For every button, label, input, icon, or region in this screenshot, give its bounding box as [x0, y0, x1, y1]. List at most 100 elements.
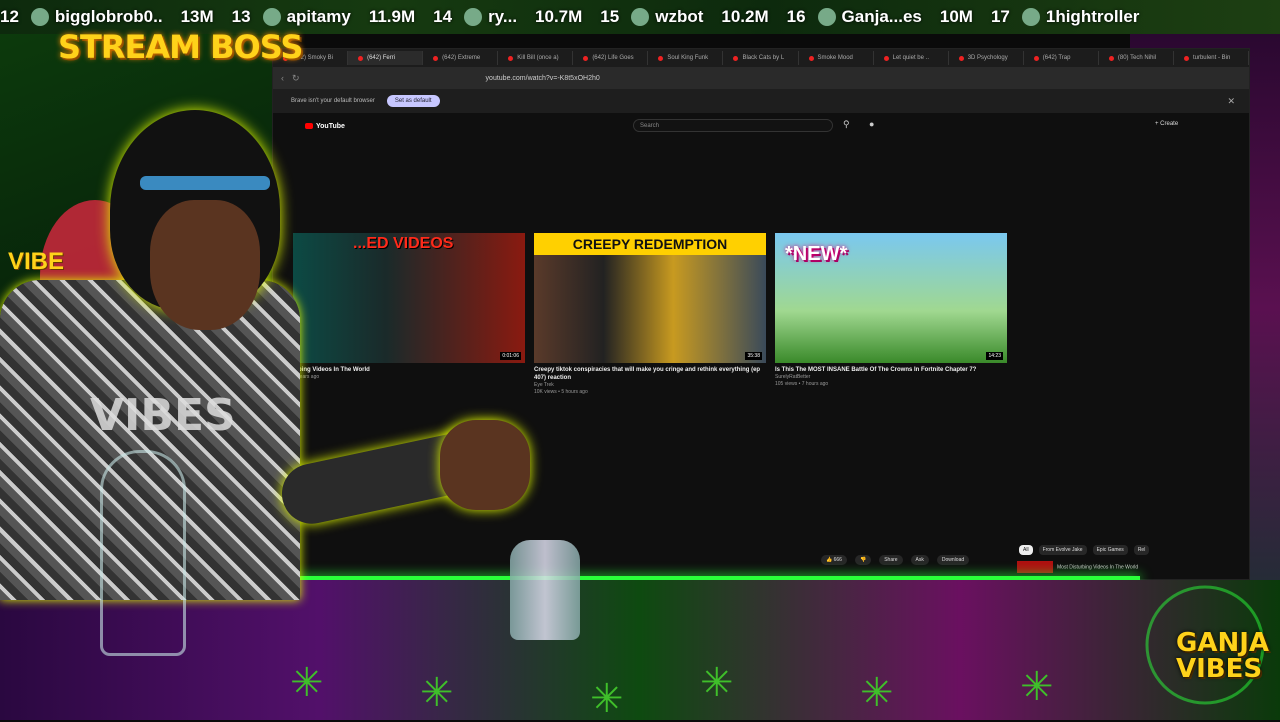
shirt-text: VIBES	[90, 390, 236, 441]
video-meta: 105 views • 7 hours ago	[775, 381, 829, 387]
tab-label: Kill Bill (once a)	[517, 55, 559, 61]
streamer-headband	[140, 176, 270, 190]
tab-label: (642) Ferri	[367, 55, 396, 61]
ticker-value: 10.7M	[535, 7, 583, 26]
streamer-face	[150, 200, 260, 330]
browser-tab-active[interactable]: (642) Ferri	[348, 51, 424, 65]
youtube-icon	[583, 55, 589, 61]
ticker-name: ry...	[488, 7, 518, 26]
browser-tab[interactable]: Let quiet be ..	[874, 51, 949, 65]
browser-tab[interactable]: (642) Trap	[1024, 51, 1099, 65]
avatar	[631, 8, 650, 26]
ticker-entry: 14 ry... 10.7M	[433, 7, 582, 27]
ask-button[interactable]: Ask	[910, 555, 929, 565]
video-title[interactable]: Most Disturbing Videos In The World	[1057, 564, 1138, 570]
reload-icon[interactable]: ↻	[292, 73, 300, 84]
leaf-icon: ✳	[420, 671, 454, 715]
video-thumbnail[interactable]: CREEPY REDEMPTION 35:38	[534, 233, 766, 363]
glass-bong	[100, 450, 186, 656]
tab-label: Black Cats by L	[742, 55, 785, 61]
youtube-icon	[883, 55, 889, 61]
chip-from-channel[interactable]: From Evolve Jake	[1038, 545, 1087, 555]
avatar	[262, 8, 281, 26]
dislike-button[interactable]: 👎	[854, 555, 872, 565]
chip-epic-games[interactable]: Epic Games	[1092, 545, 1128, 555]
download-button[interactable]: Download	[936, 555, 970, 565]
url-field[interactable]: youtube.com/watch?v=-K8t5xOH2h0	[486, 75, 600, 82]
related-video-item[interactable]: Most Disturbing Videos In The World	[1017, 561, 1138, 573]
ticker-value: 11.9M	[368, 7, 416, 26]
close-icon[interactable]: ✕	[1227, 96, 1235, 107]
logo-line-1: GANJA	[1176, 628, 1270, 658]
tab-label: (80) Tech Nihil	[1117, 55, 1157, 61]
ticker-name: Ganja...es	[841, 7, 922, 26]
video-thumbnail[interactable]: *NEW* 14:23	[775, 233, 1007, 363]
ticker-name: bigglobrob0..	[54, 7, 163, 26]
video-thumbnail[interactable]	[1017, 561, 1053, 573]
ticker-entry: 12 bigglobrob0.. 13M	[0, 7, 214, 27]
leaf-icon: ✳	[700, 661, 734, 705]
leaf-icon: ✳	[860, 671, 894, 715]
water-bottle	[510, 540, 580, 640]
youtube-icon	[808, 55, 814, 61]
ticker-rank: 13	[231, 7, 251, 26]
avatar	[1021, 8, 1040, 26]
ticker-rank: 12	[0, 7, 19, 26]
youtube-icon	[958, 55, 964, 61]
youtube-icon	[733, 55, 739, 61]
browser-tab[interactable]: (642) Life Goes	[573, 51, 649, 65]
overlay-bottom	[0, 580, 1280, 720]
duration-badge: 14:23	[986, 352, 1003, 360]
youtube-icon	[358, 55, 364, 61]
tab-label: (642) Extreme	[442, 55, 481, 61]
duration-badge: 35:38	[745, 352, 762, 360]
browser-tab[interactable]: Smoke Mood	[799, 51, 874, 65]
ticker-rank: 17	[990, 7, 1010, 26]
video-channel[interactable]: Eye Trek	[534, 382, 766, 389]
browser-tab[interactable]: 3D Psychology	[949, 51, 1024, 65]
streamer-hand	[440, 420, 530, 510]
browser-tab[interactable]: (642) Extreme	[423, 51, 499, 65]
leaf-icon: ✳	[1020, 665, 1054, 709]
video-card[interactable]: CREEPY REDEMPTION 35:38 Creepy tiktok co…	[534, 233, 766, 396]
like-button[interactable]: 👍 666	[821, 555, 847, 565]
back-icon[interactable]: ‹	[281, 73, 284, 83]
avatar	[817, 8, 836, 26]
thumbnail-banner: CREEPY REDEMPTION	[534, 233, 766, 255]
video-card[interactable]: *NEW* 14:23 Is This The MOST INSANE Batt…	[775, 233, 1007, 388]
video-title[interactable]: Is This The MOST INSANE Battle Of The Cr…	[775, 366, 1007, 374]
video-actions: 👍 666 👎 Share Ask Download	[821, 555, 970, 565]
tab-label: Soul King Funk	[667, 55, 709, 61]
leaf-icon: ✳	[290, 661, 324, 705]
create-button[interactable]: + Create	[1155, 121, 1178, 127]
chip-all[interactable]: All	[1019, 545, 1033, 555]
search-icon[interactable]: ⚲	[843, 119, 850, 130]
video-title[interactable]: Creepy tiktok conspiracies that will mak…	[534, 366, 766, 382]
leaf-icon: ✳	[590, 677, 624, 721]
share-button[interactable]: Share	[879, 555, 903, 565]
ticker-entry: 16 Ganja...es 10M	[787, 7, 973, 27]
chip-related[interactable]: Rel	[1133, 545, 1150, 555]
search-input[interactable]: Search	[633, 119, 833, 132]
ticker-value: 10M	[939, 7, 973, 26]
browser-tab[interactable]: Black Cats by L	[723, 51, 799, 65]
youtube-icon	[1033, 55, 1039, 61]
browser-tab[interactable]: Kill Bill (once a)	[498, 51, 574, 65]
ticker-name: apitamy	[286, 7, 351, 26]
ganja-vibes-text: GANJA VIBES	[1176, 630, 1269, 682]
tab-label: 3D Psychology	[967, 55, 1008, 61]
ticker-rank: 14	[433, 7, 453, 26]
browser-tab[interactable]: Soul King Funk	[648, 51, 724, 65]
tab-label: (642) Trap	[1042, 55, 1071, 61]
browser-tab[interactable]: turbulent - Bin	[1174, 51, 1249, 65]
ticker-entry: 17 1hightroller	[991, 7, 1157, 27]
ticker-entry: 15 wzbot 10.2M	[600, 7, 769, 27]
youtube-icon	[508, 55, 514, 61]
browser-tab[interactable]: (80) Tech Nihil	[1099, 51, 1174, 65]
mic-icon[interactable]: ●	[869, 119, 874, 129]
ticker-rank: 16	[786, 7, 806, 26]
youtube-icon	[658, 55, 664, 61]
vibe-label: VIBE	[8, 248, 65, 275]
youtube-icon	[433, 55, 439, 61]
video-channel[interactable]: SurelyRatBetter	[775, 374, 1007, 381]
